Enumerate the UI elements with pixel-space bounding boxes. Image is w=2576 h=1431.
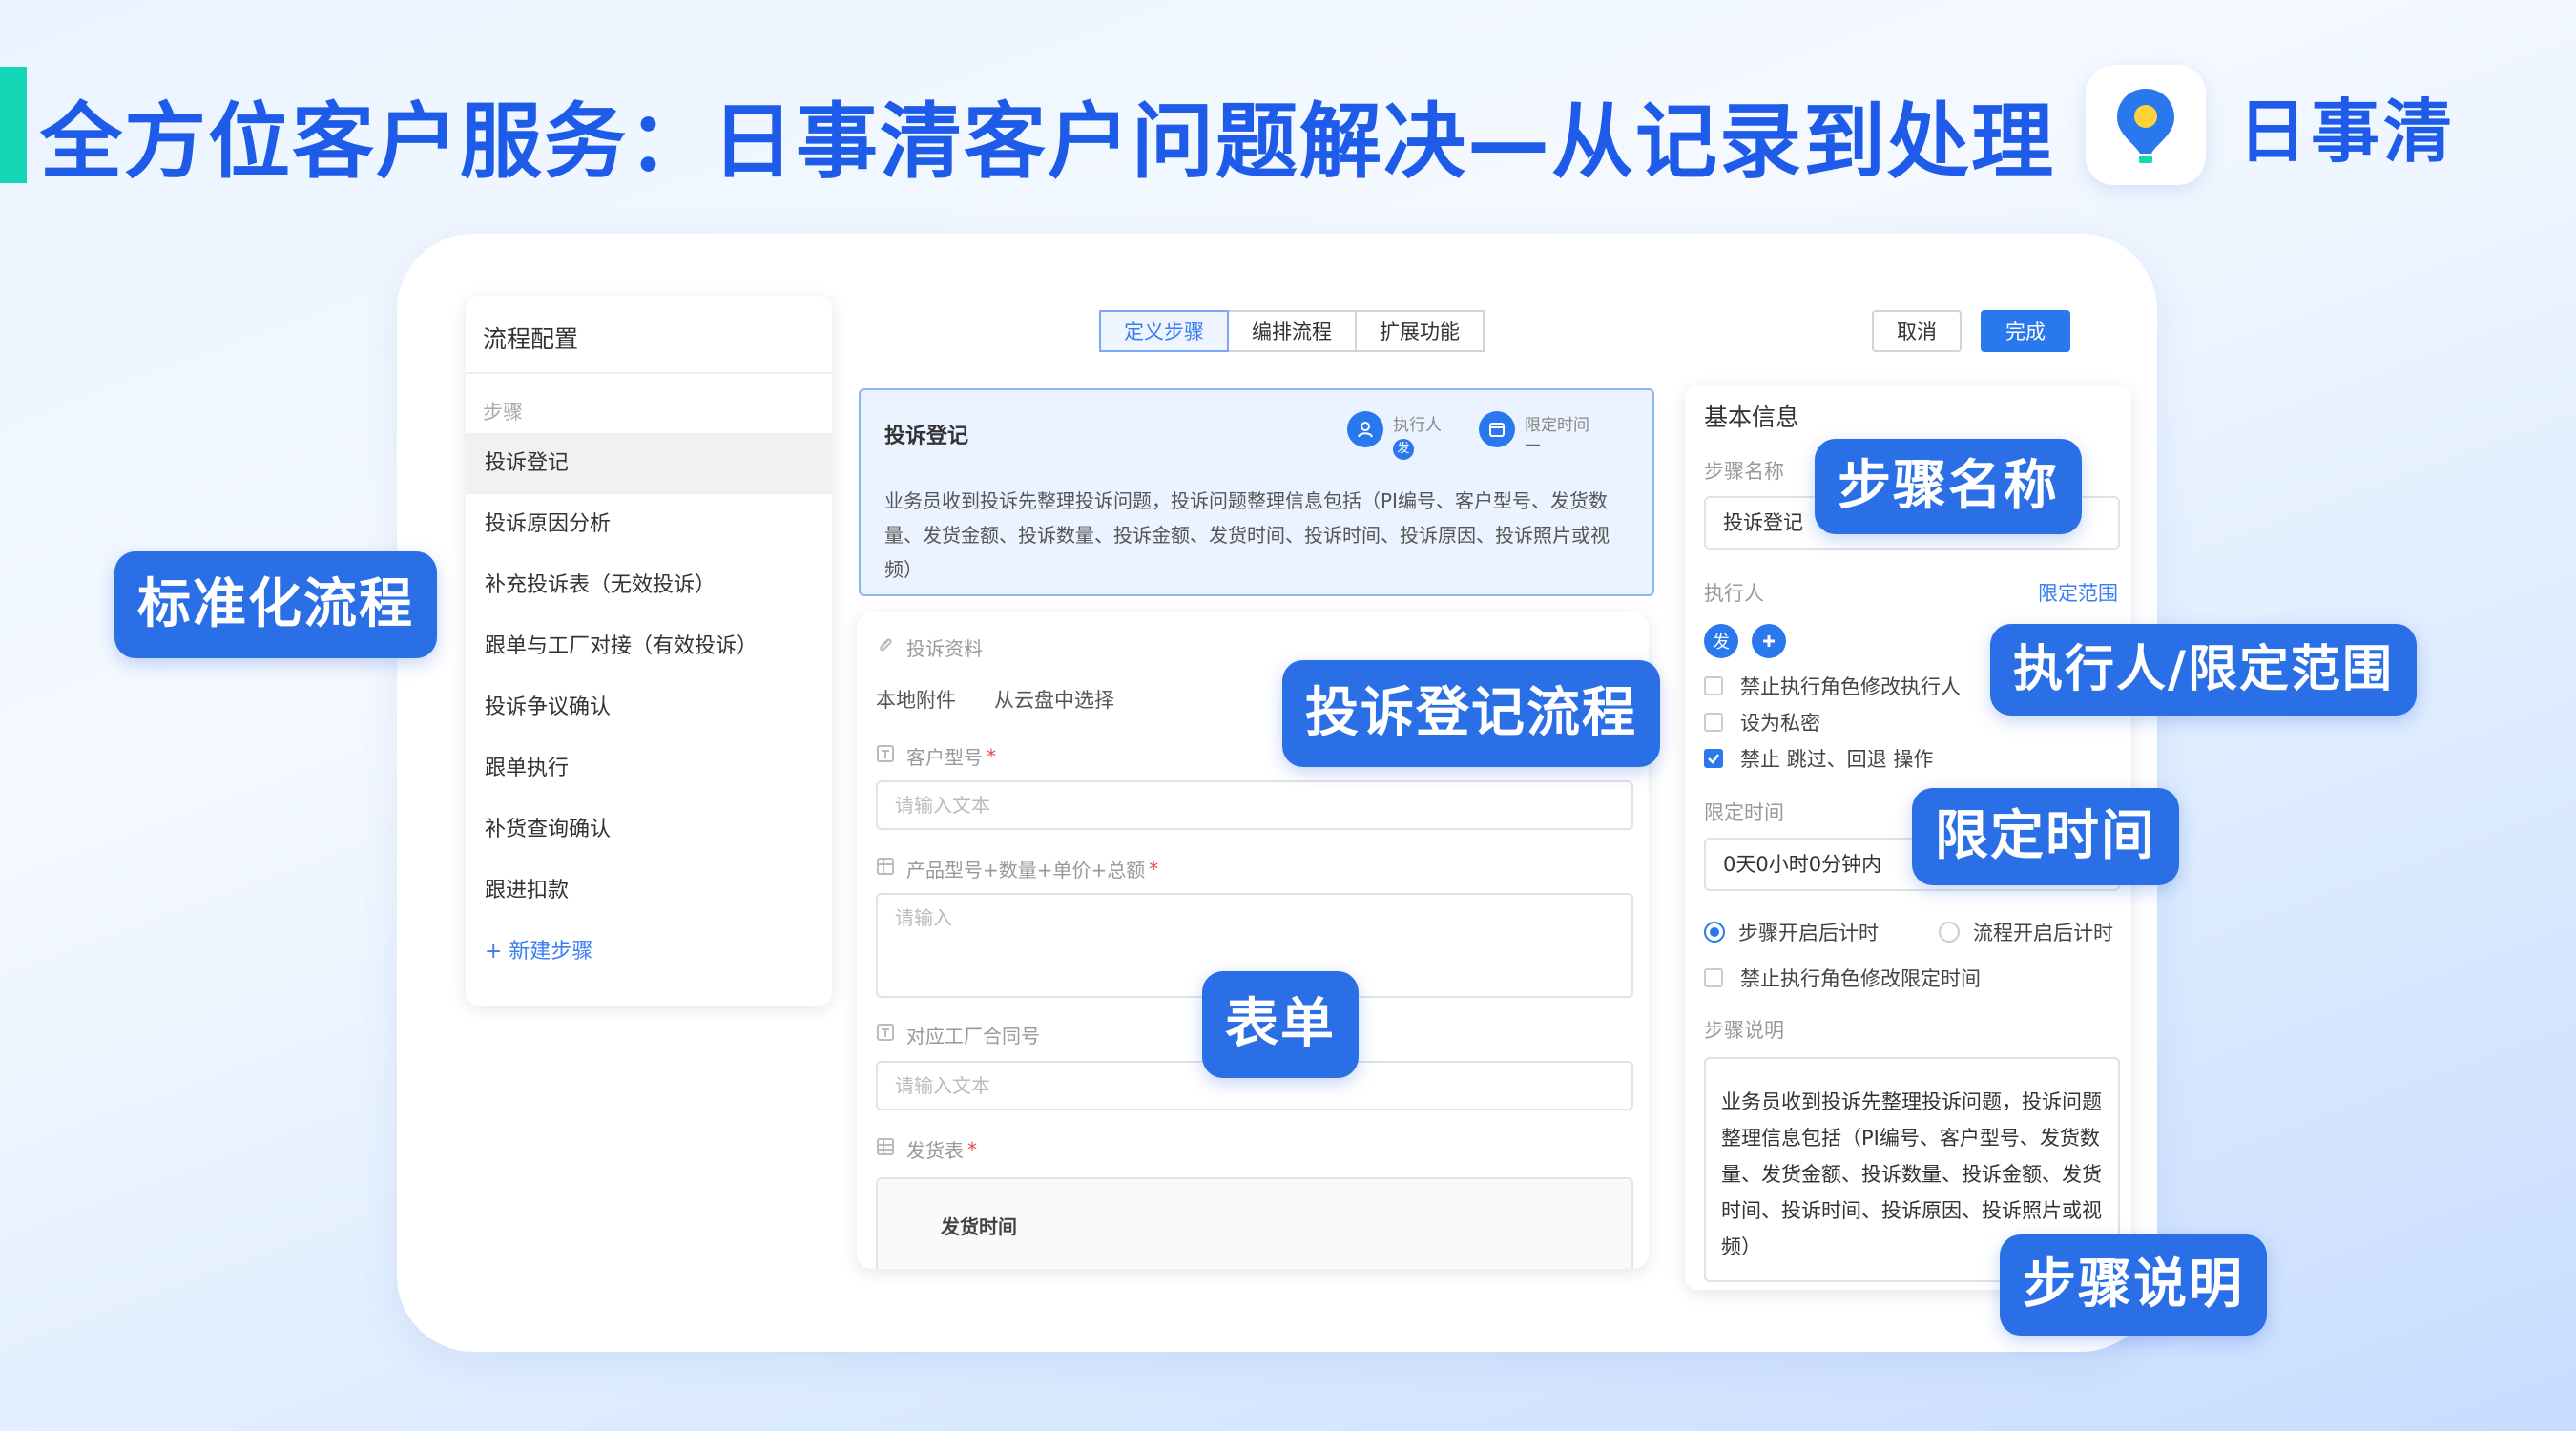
option-label: 禁止执行角色修改限定时间 [1740,967,1981,990]
option-forbid-executor-change[interactable]: 禁止执行角色修改执行人 [1704,672,1961,700]
time-limit-info: 限定时间 — [1479,411,1589,454]
form-field-label: 发货表 * [876,1135,977,1163]
steps-panel-title: 流程配置 [466,296,832,374]
step-summary-card[interactable]: 投诉登记 执行人 发 限定时间 — 业务员收到投诉先整理投诉问题，投诉问题整理信… [859,388,1654,596]
required-mark: * [987,744,996,768]
callout-limit-time: 限定时间 [1912,788,2179,885]
executor-list: 发 [1704,624,1786,658]
shipment-table-label: 发货表 [906,1139,964,1162]
time-limit-label: 限定时间 [1704,801,1784,824]
local-attachment-link[interactable]: 本地附件 [876,685,956,714]
option-label: 设为私密 [1740,712,1820,735]
option-private[interactable]: 设为私密 [1704,708,1820,736]
grid-table-icon [876,1137,895,1161]
mode-tabs: 定义步骤 编排流程 扩展功能 [1099,310,1485,352]
cloud-select-link[interactable]: 从云盘中选择 [994,685,1114,714]
shipment-table[interactable]: 发货时间 [876,1177,1633,1269]
callout-standard-flow: 标准化流程 [114,551,437,658]
checkbox[interactable] [1704,713,1723,732]
checkbox[interactable] [1704,676,1723,695]
step-desc-label: 步骤说明 [1704,1019,1784,1042]
callout-step-desc: 步骤说明 [2000,1234,2267,1336]
radio-dot[interactable] [1939,922,1960,943]
checkbox[interactable] [1704,749,1723,768]
step-summary-title: 投诉登记 [884,425,969,448]
radio-step-timer[interactable]: 步骤开启后计时 [1704,918,1879,946]
option-forbid-skip[interactable]: 禁止 跳过、回退 操作 [1704,744,1933,773]
table-field-icon [876,857,895,881]
executor-label: 执行人 [1704,582,1764,605]
required-mark: * [967,1137,977,1161]
steps-subtitle: 步骤 [483,401,523,424]
radio-label: 流程开启后计时 [1973,922,2113,944]
time-limit-value: — [1525,435,1541,454]
page-title: 全方位客户服务：日事清客户问题解决—从记录到处理 [40,94,2055,190]
callout-form: 表单 [1202,971,1359,1078]
step-item[interactable]: 补充投诉表（无效投诉） [466,555,832,616]
user-icon [1347,411,1383,447]
callout-complaint-flow: 投诉登记流程 [1282,660,1660,767]
step-item[interactable]: 投诉争议确认 [466,677,832,738]
radio-label: 步骤开启后计时 [1738,922,1879,944]
factory-contract-label: 对应工厂合同号 [906,1025,1040,1047]
step-item[interactable]: 投诉登记 [466,433,832,494]
step-item[interactable]: 跟进扣款 [466,861,832,922]
step-name-label: 步骤名称 [1704,460,1784,483]
add-executor-icon[interactable] [1752,624,1786,658]
option-label: 禁止 跳过、回退 操作 [1740,748,1934,771]
radio-dot[interactable] [1704,922,1725,943]
location-pin-bulb-icon [2086,65,2206,185]
form-field-label: 对应工厂合同号 [876,1021,1040,1048]
checkbox[interactable] [1704,968,1723,987]
paperclip-icon [876,635,895,659]
form-field-label: 客户型号 * [876,742,996,770]
executor-avatar: 发 [1393,439,1414,460]
accent-bar [0,67,27,183]
executor-info: 执行人 发 [1347,411,1442,460]
executor-label: 执行人 [1393,416,1442,435]
step-item[interactable]: 跟单执行 [466,738,832,799]
form-field-label: 产品型号+数量+单价+总额 * [876,855,1158,882]
brand-name: 日事清 [2238,91,2457,172]
tab-extensions[interactable]: 扩展功能 [1357,310,1485,352]
required-mark: * [1149,857,1159,881]
option-label: 禁止执行角色修改执行人 [1740,675,1961,698]
add-step-button[interactable]: + 新建步骤 [466,922,832,983]
cancel-button[interactable]: 取消 [1872,310,1962,352]
product-info-label: 产品型号+数量+单价+总额 [906,859,1146,881]
tab-define-steps[interactable]: 定义步骤 [1099,310,1229,352]
tab-arrange-flow[interactable]: 编排流程 [1229,310,1357,352]
text-field-icon [876,744,895,768]
brand: 日事清 [2086,65,2456,185]
customer-model-input[interactable]: 请输入文本 [876,780,1633,830]
customer-model-label: 客户型号 [906,746,983,769]
table-header-cell: 发货时间 [941,1215,1017,1238]
executor-avatar[interactable]: 发 [1704,624,1738,658]
attachment-label: 投诉资料 [906,637,983,660]
attachment-field: 投诉资料 [876,633,983,661]
text-field-icon [876,1023,895,1047]
radio-flow-timer[interactable]: 流程开启后计时 [1939,918,2113,946]
limit-range-link[interactable]: 限定范围 [2038,578,2118,607]
done-button[interactable]: 完成 [1981,310,2070,352]
step-summary-description: 业务员收到投诉先整理投诉问题，投诉问题整理信息包括（PI编号、客户型号、发货数量… [884,489,1610,581]
callout-executor-range: 执行人/限定范围 [1990,624,2417,716]
calendar-icon [1479,411,1515,447]
time-limit-label: 限定时间 [1525,416,1589,435]
step-item[interactable]: 跟单与工厂对接（有效投诉） [466,616,832,677]
basic-info-title: 基本信息 [1704,404,1800,431]
step-item[interactable]: 补货查询确认 [466,799,832,861]
callout-step-name: 步骤名称 [1815,439,2082,534]
step-item[interactable]: 投诉原因分析 [466,494,832,555]
steps-panel: 流程配置 步骤 投诉登记 投诉原因分析 补充投诉表（无效投诉） 跟单与工厂对接（… [466,296,832,1006]
option-forbid-time-edit[interactable]: 禁止执行角色修改限定时间 [1704,964,1981,992]
